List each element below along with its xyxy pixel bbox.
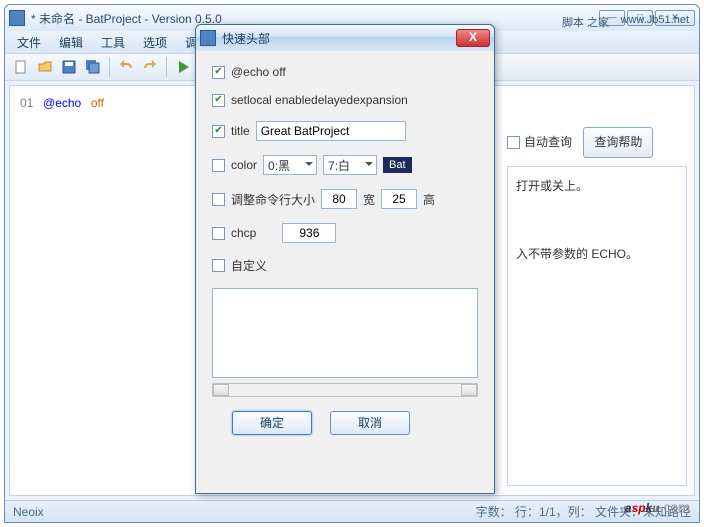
query-help-button[interactable]: 查询帮助 bbox=[583, 127, 653, 158]
auto-query-checkbox[interactable] bbox=[507, 136, 520, 149]
cancel-button[interactable]: 取消 bbox=[330, 411, 410, 435]
size-height-input[interactable] bbox=[381, 189, 417, 209]
title-label: title bbox=[231, 124, 250, 138]
ok-button[interactable]: 确定 bbox=[232, 411, 312, 435]
width-label: 宽 bbox=[363, 191, 375, 208]
size-checkbox[interactable] bbox=[212, 193, 225, 206]
setlocal-checkbox[interactable] bbox=[212, 94, 225, 107]
dialog-title: 快速头部 bbox=[222, 30, 456, 47]
horizontal-scrollbar[interactable] bbox=[212, 383, 478, 397]
run-icon[interactable] bbox=[173, 57, 193, 77]
quick-header-dialog: 快速头部 X @echo off setlocal enabledelayede… bbox=[195, 24, 495, 494]
auto-query-label: 自动查询 bbox=[524, 135, 572, 149]
custom-textarea[interactable] bbox=[212, 288, 478, 378]
save-icon[interactable] bbox=[59, 57, 79, 77]
custom-checkbox[interactable] bbox=[212, 259, 225, 272]
chcp-label: chcp bbox=[231, 226, 256, 240]
line-number: 01 bbox=[20, 96, 33, 110]
setlocal-label: setlocal enabledelayedexpansion bbox=[231, 93, 408, 107]
color-label: color bbox=[231, 158, 257, 172]
statusbar: Neoix 字数： 行：1/1，列： 文件夹：未知路径 bbox=[5, 500, 699, 522]
echo-keyword: echo bbox=[55, 96, 81, 110]
status-left: Neoix bbox=[13, 505, 44, 519]
chcp-checkbox[interactable] bbox=[212, 227, 225, 240]
watermark: aspku.com bbox=[625, 487, 690, 519]
chcp-input[interactable] bbox=[282, 223, 336, 243]
echo-label: @echo off bbox=[231, 65, 286, 79]
color-fg-select[interactable]: 0:黑 bbox=[263, 155, 317, 175]
size-width-input[interactable] bbox=[321, 189, 357, 209]
app-icon bbox=[9, 10, 25, 26]
menu-tools[interactable]: 工具 bbox=[93, 32, 133, 53]
dialog-titlebar[interactable]: 快速头部 X bbox=[196, 25, 494, 51]
site-label: 脚本 之家 bbox=[562, 14, 609, 30]
right-panel: 自动查询 查询帮助 打开或关上。 入不带参数的 ECHO。 bbox=[507, 125, 687, 486]
open-file-icon[interactable] bbox=[35, 57, 55, 77]
title-input[interactable] bbox=[256, 121, 406, 141]
help-text-1: 打开或关上。 bbox=[516, 175, 678, 198]
site-url: www.Jb51.net bbox=[621, 14, 689, 26]
new-file-icon[interactable] bbox=[11, 57, 31, 77]
color-checkbox[interactable] bbox=[212, 159, 225, 172]
echo-arg: off bbox=[91, 96, 104, 110]
dialog-icon bbox=[200, 30, 216, 46]
height-label: 高 bbox=[423, 191, 435, 208]
saveall-icon[interactable] bbox=[83, 57, 103, 77]
echo-checkbox[interactable] bbox=[212, 66, 225, 79]
dialog-close-button[interactable]: X bbox=[456, 29, 490, 47]
menu-options[interactable]: 选项 bbox=[135, 32, 175, 53]
color-bg-select[interactable]: 7:白 bbox=[323, 155, 377, 175]
help-text-2: 入不带参数的 ECHO。 bbox=[516, 243, 678, 266]
at-symbol: @ bbox=[43, 96, 55, 110]
menu-edit[interactable]: 编辑 bbox=[51, 32, 91, 53]
color-preview-badge: Bat bbox=[383, 157, 412, 173]
redo-icon[interactable] bbox=[140, 57, 160, 77]
menu-file[interactable]: 文件 bbox=[9, 32, 49, 53]
custom-label: 自定义 bbox=[231, 257, 267, 274]
title-checkbox[interactable] bbox=[212, 125, 225, 138]
undo-icon[interactable] bbox=[116, 57, 136, 77]
size-label: 调整命令行大小 bbox=[231, 191, 315, 208]
